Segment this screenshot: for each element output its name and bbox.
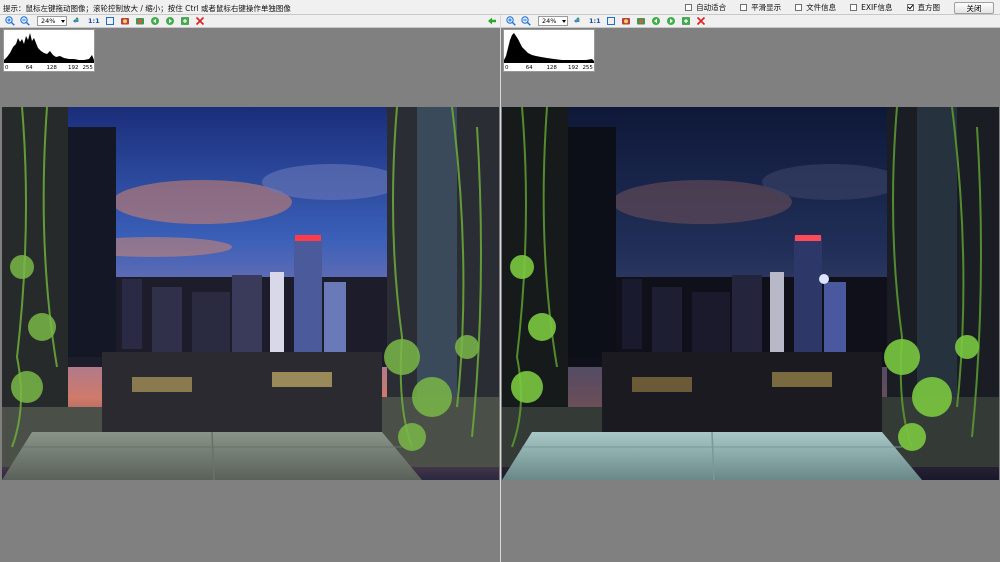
dropdown-arrow-icon <box>562 20 566 23</box>
zoom-select[interactable]: 24% <box>37 16 67 26</box>
flip-vertical-icon[interactable] <box>666 16 676 26</box>
exif-label: EXIF信息 <box>861 3 893 12</box>
right-toolbar: 24% 1:1 <box>501 15 1000 28</box>
zoom-select[interactable]: 24% <box>538 16 568 26</box>
smooth-label: 平滑显示 <box>751 3 782 12</box>
tick-label: 0 <box>4 65 9 71</box>
left-histogram-plot <box>4 33 94 63</box>
rotate-left-icon[interactable] <box>120 16 130 26</box>
zoom-out-icon[interactable] <box>521 16 531 26</box>
left-city-night-photo <box>2 107 499 480</box>
smooth-checkbox[interactable] <box>740 4 748 11</box>
sync-arrow-icon[interactable] <box>487 16 497 26</box>
right-histogram: 0 64 128 192 255 <box>503 29 595 72</box>
rotate-right-icon[interactable] <box>636 16 646 26</box>
close-image-icon[interactable] <box>696 16 706 26</box>
rotate-right-icon[interactable] <box>135 16 145 26</box>
actual-size-button[interactable]: 1:1 <box>88 17 100 25</box>
tick-label: 128 <box>546 65 557 71</box>
zoom-in-icon[interactable] <box>5 16 15 26</box>
fit-window-icon[interactable] <box>105 16 115 26</box>
auto-fit-checkbox[interactable] <box>685 4 693 11</box>
close-image-icon[interactable] <box>195 16 205 26</box>
flip-horizontal-icon[interactable] <box>150 16 160 26</box>
zoom-in-icon[interactable] <box>506 16 516 26</box>
file-info-checkbox[interactable] <box>795 4 803 11</box>
left-histogram: 0 64 128 192 255 <box>3 29 95 72</box>
right-histogram-ticks: 0 64 128 192 255 <box>504 63 594 71</box>
file-info-label: 文件信息 <box>806 3 837 12</box>
rotate-left-icon[interactable] <box>621 16 631 26</box>
dropdown-arrow-icon <box>61 20 65 23</box>
right-city-night-photo <box>502 107 999 480</box>
option-file-info[interactable]: 文件信息 <box>795 2 836 13</box>
right-image[interactable] <box>502 107 999 480</box>
left-toolbar: 24% 1:1 <box>0 15 500 28</box>
hint-bar: 提示：鼠标左键拖动图像；滚轮控制放大 / 缩小；按住 Ctrl 或者鼠标右键操作… <box>0 0 1000 15</box>
left-image[interactable] <box>2 107 499 480</box>
tick-label: 0 <box>504 65 509 71</box>
tick-label: 128 <box>46 65 57 71</box>
pan-icon[interactable] <box>72 16 82 26</box>
option-exif[interactable]: EXIF信息 <box>850 2 893 13</box>
zoom-value: 24% <box>542 17 557 25</box>
pane-divider[interactable] <box>500 15 501 562</box>
zoom-value: 24% <box>41 17 56 25</box>
tick-label: 64 <box>525 65 533 71</box>
fit-window-icon[interactable] <box>606 16 616 26</box>
tick-label: 64 <box>25 65 33 71</box>
flip-vertical-icon[interactable] <box>165 16 175 26</box>
actual-size-button[interactable]: 1:1 <box>589 17 601 25</box>
histogram-label: 直方图 <box>917 3 941 12</box>
auto-fit-label: 自动适合 <box>696 3 727 12</box>
zoom-out-icon[interactable] <box>20 16 30 26</box>
save-icon[interactable] <box>681 16 691 26</box>
histogram-checkbox[interactable] <box>906 4 914 11</box>
close-button[interactable]: 关闭 <box>954 1 994 14</box>
option-histogram[interactable]: 直方图 <box>906 2 941 13</box>
tick-label: 192 <box>568 65 579 71</box>
exif-checkbox[interactable] <box>850 4 858 11</box>
option-smooth[interactable]: 平滑显示 <box>740 2 781 13</box>
option-auto-fit[interactable]: 自动适合 <box>685 2 726 13</box>
left-histogram-ticks: 0 64 128 192 255 <box>4 63 94 71</box>
pan-icon[interactable] <box>573 16 583 26</box>
hint-text: 提示：鼠标左键拖动图像；滚轮控制放大 / 缩小；按住 Ctrl 或者鼠标右键操作… <box>3 4 291 13</box>
tick-label: 255 <box>82 65 93 71</box>
tick-label: 192 <box>68 65 79 71</box>
tick-label: 255 <box>582 65 593 71</box>
right-histogram-plot <box>504 33 594 63</box>
save-icon[interactable] <box>180 16 190 26</box>
view-options: 自动适合 平滑显示 文件信息 EXIF信息 直方图 关闭 <box>671 1 994 14</box>
flip-horizontal-icon[interactable] <box>651 16 661 26</box>
